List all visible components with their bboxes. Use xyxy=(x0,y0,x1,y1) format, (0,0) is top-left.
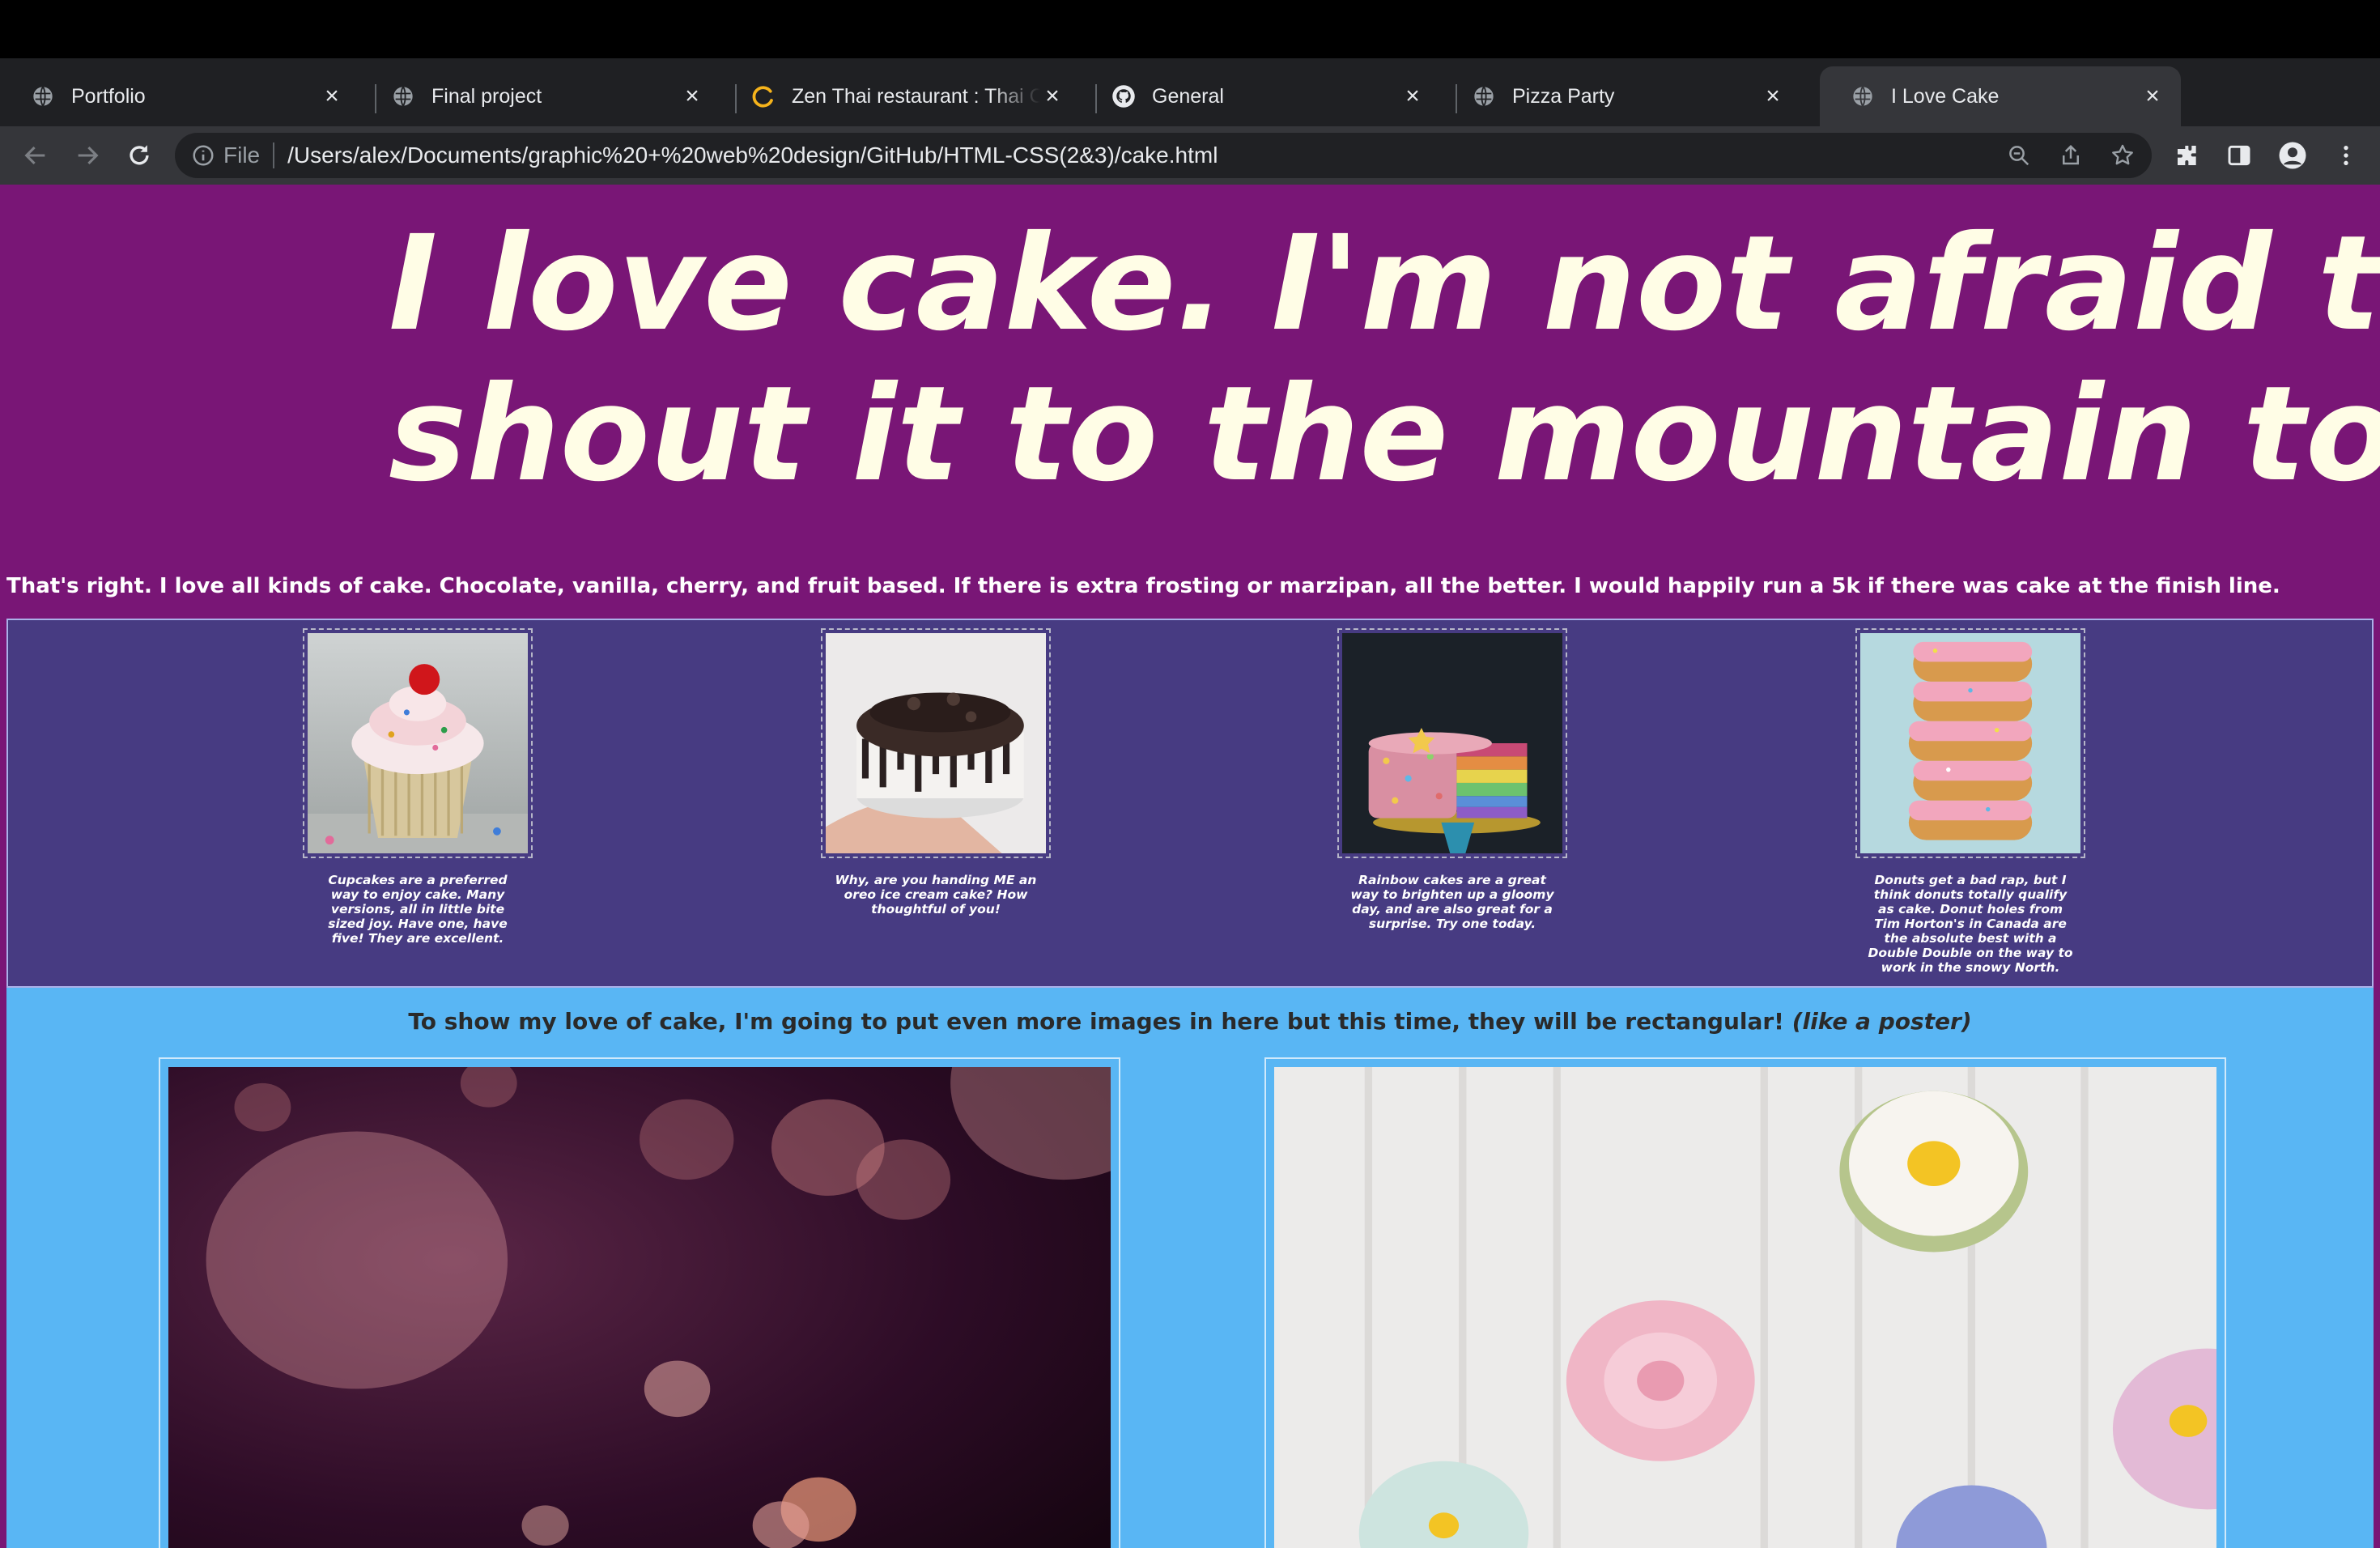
gallery-caption: Rainbow cakes are a great way to brighte… xyxy=(1350,873,1554,931)
file-scheme-label: File xyxy=(223,142,275,168)
github-icon xyxy=(1111,84,1136,108)
gallery-item: Rainbow cakes are a great way to brighte… xyxy=(1337,628,1567,931)
close-tab-icon[interactable]: × xyxy=(1040,84,1065,108)
intro-paragraph: That's right. I love all kinds of cake. … xyxy=(6,574,2280,598)
close-tab-icon[interactable]: × xyxy=(2140,84,2165,108)
url-text[interactable]: /Users/alex/Documents/graphic%20+%20web%… xyxy=(287,142,1218,168)
close-tab-icon[interactable]: × xyxy=(320,84,344,108)
tab-portfolio[interactable]: Portfolio × xyxy=(0,66,360,126)
tab-pizza-party[interactable]: Pizza Party × xyxy=(1441,66,1801,126)
tab-general[interactable]: General × xyxy=(1081,66,1441,126)
gallery-item: Donuts get a bad rap, but I think donuts… xyxy=(1855,628,2085,975)
tab-title: Pizza Party xyxy=(1512,84,1615,108)
web-page: I love cake. I'm not afraid to shout it … xyxy=(0,185,2380,1548)
more-menu-icon[interactable] xyxy=(2328,138,2364,173)
tab-title: I Love Cake xyxy=(1891,84,2000,108)
globe-icon xyxy=(391,84,415,108)
tab-title: General xyxy=(1152,84,1224,108)
close-tab-icon[interactable]: × xyxy=(1761,84,1785,108)
tab-i-love-cake[interactable]: I Love Cake × xyxy=(1820,66,2181,126)
globe-icon xyxy=(1851,84,1875,108)
gallery-caption: Why, are you handing ME an oreo ice crea… xyxy=(835,873,1037,916)
gallery-caption: Donuts get a bad rap, but I think donuts… xyxy=(1868,873,2073,975)
cupcake-photo xyxy=(303,628,533,858)
tab-title: Zen Thai restaurant : Thai Cuisine xyxy=(792,84,1040,108)
browser-toolbar: File /Users/alex/Documents/graphic%20+%2… xyxy=(0,126,2380,185)
globe-icon xyxy=(1472,84,1496,108)
poster-heading: To show my love of cake, I'm going to pu… xyxy=(6,1007,2374,1036)
bookmark-star-icon[interactable] xyxy=(2105,138,2140,173)
gallery-item: Why, are you handing ME an oreo ice crea… xyxy=(821,628,1051,916)
poster-section: To show my love of cake, I'm going to pu… xyxy=(6,988,2374,1548)
rainbow-cake-photo xyxy=(1337,628,1567,858)
info-icon[interactable] xyxy=(191,143,215,168)
address-bar[interactable]: File /Users/alex/Documents/graphic%20+%2… xyxy=(175,133,2152,178)
back-arrow-icon[interactable] xyxy=(18,138,53,173)
profile-avatar-icon[interactable] xyxy=(2275,138,2310,173)
oreo-cake-photo xyxy=(821,628,1051,858)
tab-zen-thai[interactable]: Zen Thai restaurant : Thai Cuisine × xyxy=(720,66,1081,126)
globe-icon xyxy=(31,84,55,108)
hero-line-2: shout it to the mountain top. xyxy=(389,359,2380,511)
donuts-photo xyxy=(1855,628,2085,858)
share-icon[interactable] xyxy=(2053,138,2089,173)
tab-strip: Portfolio × Final project × Zen Thai res… xyxy=(0,58,2380,166)
flower-cupcakes-photo xyxy=(1264,1057,2226,1548)
loading-spinner-icon xyxy=(751,84,776,108)
window-top-bar xyxy=(0,0,2380,58)
close-tab-icon[interactable]: × xyxy=(680,84,704,108)
poster-heading-text: To show my love of cake, I'm going to pu… xyxy=(408,1008,1784,1035)
bokeh-lights-photo xyxy=(159,1057,1120,1548)
gallery-caption: Cupcakes are a preferred way to enjoy ca… xyxy=(328,873,508,946)
hero-line-1: I love cake. I'm not afraid to xyxy=(389,208,2380,360)
extensions-puzzle-icon[interactable] xyxy=(2170,138,2205,173)
tab-final-project[interactable]: Final project × xyxy=(360,66,720,126)
tab-title: Portfolio xyxy=(71,84,146,108)
zoom-icon[interactable] xyxy=(2001,138,2037,173)
square-image-gallery: Cupcakes are a preferred way to enjoy ca… xyxy=(6,619,2374,988)
forward-arrow-icon[interactable] xyxy=(70,138,105,173)
tab-title: Final project xyxy=(431,84,542,108)
side-panel-icon[interactable] xyxy=(2221,138,2257,173)
reload-icon[interactable] xyxy=(121,138,157,173)
gallery-item: Cupcakes are a preferred way to enjoy ca… xyxy=(303,628,533,946)
hero-heading: I love cake. I'm not afraid to shout it … xyxy=(389,209,2380,510)
poster-heading-emphasis: (like a poster) xyxy=(1791,1008,1972,1035)
close-tab-icon[interactable]: × xyxy=(1400,84,1425,108)
